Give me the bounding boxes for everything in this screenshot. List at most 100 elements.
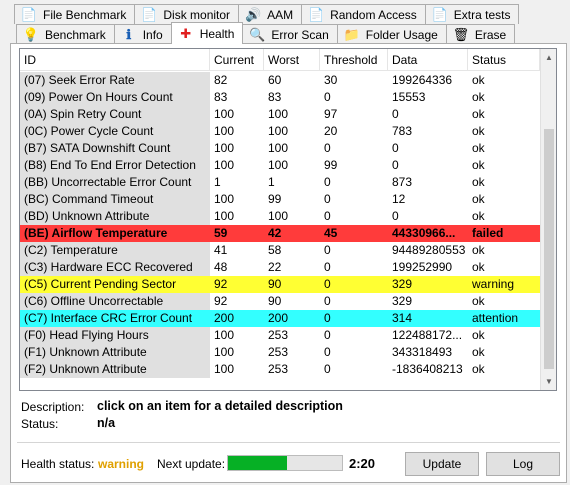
scroll-down-arrow-icon[interactable]: ▼: [541, 373, 556, 390]
log-button[interactable]: Log: [486, 452, 560, 476]
cell-status: ok: [472, 209, 485, 223]
cell-status: ok: [472, 243, 485, 257]
cell-threshold: 0: [324, 345, 331, 359]
cell-status: ok: [472, 107, 485, 121]
folder-icon: 📁: [343, 26, 360, 42]
progress-fill: [228, 456, 288, 470]
cell-current: 100: [214, 345, 235, 359]
table-row[interactable]: (BE) Airflow Temperature 59 42 45 44330966..…: [20, 225, 540, 242]
cell-id: (B8) End To End Error Detection: [20, 157, 210, 174]
column-header-data[interactable]: Data: [388, 49, 468, 71]
status-label: Status:: [21, 417, 59, 431]
cell-current: 100: [214, 124, 235, 138]
cell-current: 100: [214, 158, 235, 172]
cell-data: -1836408213: [392, 362, 463, 376]
tab-extra-tests[interactable]: 📄 Extra tests: [424, 4, 520, 24]
cell-worst: 58: [268, 243, 282, 257]
cell-status: failed: [472, 226, 504, 240]
cell-current: 100: [214, 362, 235, 376]
cell-data: 199252990: [392, 260, 453, 274]
cell-worst: 1: [268, 175, 275, 189]
extra-tests-icon: 📄: [431, 6, 448, 22]
table-row[interactable]: (BC) Command Timeout 100 99 0 12 ok: [20, 191, 540, 208]
tab-erase[interactable]: 🗑 Erase: [445, 24, 516, 44]
tab-random-access[interactable]: 📄 Random Access: [301, 4, 426, 24]
description-value: click on an item for a detailed descript…: [97, 399, 343, 413]
table-row[interactable]: (C7) Interface CRC Error Count 200 200 0 314…: [20, 310, 540, 327]
cell-worst: 100: [268, 209, 289, 223]
trash-icon: 🗑: [452, 26, 470, 42]
column-header-id[interactable]: ID: [20, 49, 210, 71]
scrollbar-thumb[interactable]: [544, 129, 554, 369]
tab-info[interactable]: ℹ Info: [113, 24, 172, 44]
table-row[interactable]: (C2) Temperature 41 58 0 94489280553 ok: [20, 242, 540, 259]
cell-data: 0: [392, 209, 399, 223]
tab-disk-monitor[interactable]: 📄 Disk monitor: [134, 4, 240, 24]
tab-label: Health: [199, 26, 235, 41]
table-row[interactable]: (0C) Power Cycle Count 100 100 20 783 ok: [20, 123, 540, 140]
file-benchmark-icon: 📄: [20, 6, 38, 22]
column-header-threshold[interactable]: Threshold: [320, 49, 388, 71]
column-header-status[interactable]: Status: [468, 49, 540, 71]
table-row[interactable]: (F0) Head Flying Hours 100 253 0 122488172..…: [20, 327, 540, 344]
tab-file-benchmark[interactable]: 📄 File Benchmark: [14, 4, 136, 24]
table-row[interactable]: (C5) Current Pending Sector 92 90 0 329 warni…: [20, 276, 540, 293]
status-value: n/a: [97, 416, 116, 430]
table-row[interactable]: (C6) Offline Uncorrectable 92 90 0 329 ok: [20, 293, 540, 310]
scroll-up-arrow-icon[interactable]: ▲: [541, 49, 556, 66]
next-update-progress-bar: [227, 455, 343, 471]
tab-aam[interactable]: 🔊 AAM: [238, 4, 303, 24]
cell-current: 100: [214, 209, 235, 223]
tab-label: Extra tests: [453, 7, 511, 22]
cell-current: 100: [214, 192, 235, 206]
table-row[interactable]: (B8) End To End Error Detection 100 100 99 0…: [20, 157, 540, 174]
smart-attribute-list[interactable]: ID Current Worst Threshold Data Status (…: [19, 48, 557, 391]
cell-id: (B7) SATA Downshift Count: [20, 140, 210, 157]
table-row[interactable]: (F1) Unknown Attribute 100 253 0 343318493 ok: [20, 344, 540, 361]
health-panel: ID Current Worst Threshold Data Status (…: [10, 43, 567, 483]
cell-id: (C3) Hardware ECC Recovered: [20, 259, 210, 276]
cell-data: 199264336: [392, 73, 453, 87]
tab-label: Info: [142, 27, 163, 42]
tab-benchmark[interactable]: 💡 Benchmark: [16, 24, 115, 44]
cell-worst: 90: [268, 277, 282, 291]
table-row[interactable]: (0A) Spin Retry Count 100 100 97 0 ok: [20, 106, 540, 123]
tab-label: AAM: [267, 7, 294, 22]
tab-label: File Benchmark: [43, 7, 127, 22]
table-row[interactable]: (C3) Hardware ECC Recovered 48 22 0 19925299…: [20, 259, 540, 276]
cell-current: 100: [214, 141, 235, 155]
cell-threshold: 0: [324, 209, 331, 223]
cell-current: 200: [214, 311, 235, 325]
tab-folder-usage[interactable]: 📁 Folder Usage: [336, 24, 447, 44]
cell-threshold: 20: [324, 124, 338, 138]
cell-id: (C5) Current Pending Sector: [20, 276, 210, 293]
table-row[interactable]: (B7) SATA Downshift Count 100 100 0 0 ok: [20, 140, 540, 157]
tab-label: Benchmark: [45, 27, 106, 42]
column-header-current[interactable]: Current: [210, 49, 264, 71]
vertical-scrollbar[interactable]: ▲ ▼: [540, 49, 556, 390]
cell-current: 83: [214, 90, 228, 104]
cell-status: ok: [472, 90, 485, 104]
update-button[interactable]: Update: [405, 452, 479, 476]
cell-worst: 99: [268, 192, 282, 206]
speaker-icon: 🔊: [244, 6, 262, 22]
tab-health[interactable]: ✚ Health: [170, 22, 244, 44]
cell-worst: 83: [268, 90, 282, 104]
tab-error-scan[interactable]: 🔍 Error Scan: [242, 24, 338, 44]
health-status-value: warning: [98, 457, 145, 471]
cell-threshold: 0: [324, 294, 331, 308]
cell-data: 44330966...: [392, 226, 456, 240]
cell-data: 12: [392, 192, 406, 206]
table-row[interactable]: (F2) Unknown Attribute 100 253 0 -1836408213…: [20, 361, 540, 378]
column-header-worst[interactable]: Worst: [264, 49, 320, 71]
cell-threshold: 0: [324, 141, 331, 155]
cell-worst: 42: [268, 226, 282, 240]
cell-status: ok: [472, 141, 485, 155]
table-row[interactable]: (BD) Unknown Attribute 100 100 0 0 ok: [20, 208, 540, 225]
magnifier-icon: 🔍: [249, 26, 266, 42]
table-row[interactable]: (07) Seek Error Rate 82 60 30 199264336 ok: [20, 72, 540, 89]
cell-status: attention: [472, 311, 519, 325]
table-row[interactable]: (09) Power On Hours Count 83 83 0 15553 ok: [20, 89, 540, 106]
table-row[interactable]: (BB) Uncorrectable Error Count 1 1 0 873 ok: [20, 174, 540, 191]
disk-monitor-icon: 📄: [141, 6, 158, 22]
